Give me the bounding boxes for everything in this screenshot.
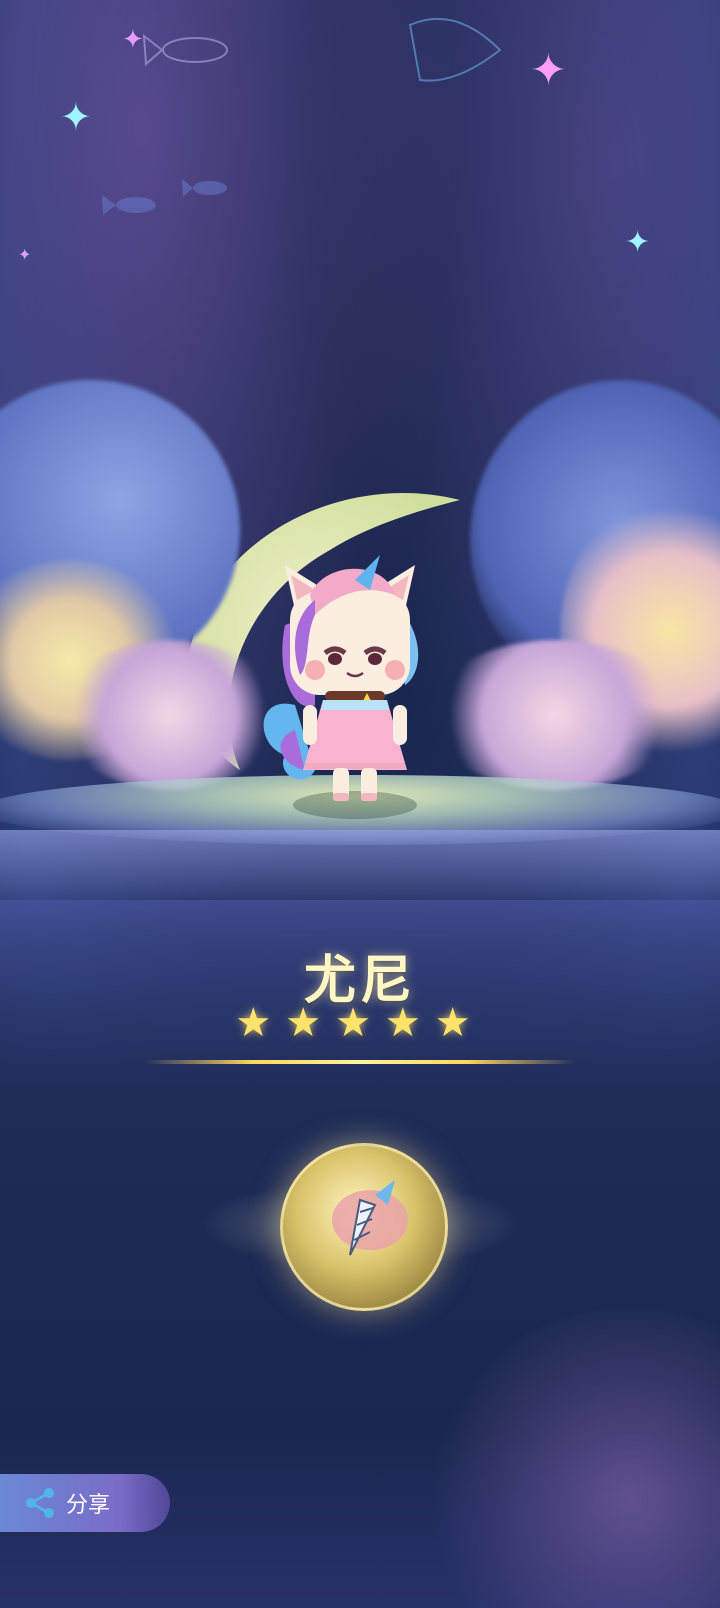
unicorn-character: [263, 555, 419, 819]
sparkle-icon: ✦: [60, 95, 92, 139]
share-button[interactable]: 分享: [0, 1474, 170, 1532]
fish-icon: [102, 195, 156, 215]
sparkle-icon: ✦: [625, 225, 651, 260]
star-icon: ★: [235, 1000, 286, 1046]
game-scene: ✦ ✦ ✦ ✦ ✦ ✦ ✦ ✦ ✦ ✦ ✦: [0, 0, 720, 1608]
sparkle-icon: ✦: [18, 245, 32, 264]
fish-icon: [142, 33, 228, 67]
cloud: [430, 640, 680, 790]
unicorn-horn-item-icon: [332, 1180, 408, 1256]
star-icon: ★: [285, 1000, 336, 1046]
fish-icon: [182, 179, 227, 197]
star-icon: ★: [335, 1000, 385, 1046]
star-rating: ★★★★★: [0, 1000, 720, 1046]
cloud: [60, 640, 280, 790]
gold-divider: [145, 1060, 575, 1064]
sparkle-icon: ✦: [530, 45, 567, 96]
share-label: 分享: [66, 1493, 111, 1518]
share-icon: [26, 1488, 54, 1518]
star-icon: ★: [384, 1000, 435, 1046]
fish-icon: [408, 17, 502, 82]
star-icon: ★: [434, 1000, 485, 1046]
